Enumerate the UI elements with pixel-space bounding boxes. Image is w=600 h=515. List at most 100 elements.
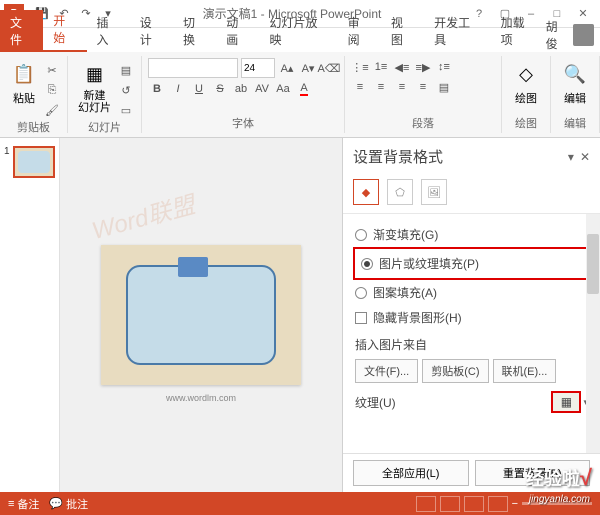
- insert-buttons: 文件(F)... 剪贴板(C) 联机(E)...: [353, 357, 590, 385]
- copy-icon[interactable]: ⎘: [43, 81, 61, 99]
- comments-button[interactable]: 💬 批注: [49, 496, 88, 512]
- align-center-icon[interactable]: ≡: [372, 78, 390, 96]
- reset-icon[interactable]: ↺: [117, 81, 135, 99]
- online-button[interactable]: 联机(E)...: [493, 359, 557, 383]
- align-right-icon[interactable]: ≡: [393, 78, 411, 96]
- sorter-view-icon[interactable]: [440, 496, 460, 512]
- group-font: A▴ A▾ A⌫ B I U S ab AV Aa A 字体: [142, 56, 345, 133]
- radio-icon: [355, 287, 367, 299]
- tab-home[interactable]: 开始: [43, 8, 86, 52]
- file-button[interactable]: 文件(F)...: [355, 359, 418, 383]
- case-icon[interactable]: Aa: [274, 80, 292, 98]
- scroll-thumb[interactable]: [587, 234, 599, 294]
- format-painter-icon[interactable]: 🖌: [43, 101, 61, 119]
- columns-icon[interactable]: ▤: [435, 78, 453, 96]
- notes-icon: ≡: [8, 498, 14, 510]
- normal-view-icon[interactable]: [416, 496, 436, 512]
- pane-close-icon[interactable]: ✕: [580, 150, 590, 164]
- shadow-icon[interactable]: ab: [232, 80, 250, 98]
- group-slides: ▦ 新建 幻灯片 ▤ ↺ ▭ 幻灯片: [68, 56, 142, 133]
- overlay-url: jingyanla.com: [529, 494, 590, 505]
- editing-button[interactable]: 🔍 编辑: [557, 58, 593, 108]
- notes-label: 备注: [17, 496, 39, 512]
- strike-icon[interactable]: S: [211, 80, 229, 98]
- paste-label: 粘贴: [13, 90, 35, 106]
- indent-inc-icon[interactable]: ≡▶: [414, 58, 432, 76]
- workspace: 1 Word联盟 www.wordlm.com 设置背景格式 ▾ ✕ ◆ ⬠ 🖼: [0, 138, 600, 492]
- grow-font-icon[interactable]: A▴: [278, 59, 296, 77]
- opt-hide-graphics[interactable]: 隐藏背景图形(H): [353, 305, 590, 330]
- paste-icon: 📋: [10, 60, 38, 88]
- picture-tab-icon[interactable]: 🖼: [421, 179, 447, 205]
- tab-design[interactable]: 设计: [130, 10, 173, 52]
- tab-slideshow[interactable]: 幻灯片放映: [260, 10, 338, 52]
- bullets-icon[interactable]: ⋮≡: [351, 58, 369, 76]
- fill-tab-icon[interactable]: ◆: [353, 179, 379, 205]
- zoom-out-icon[interactable]: −: [512, 498, 518, 510]
- opt-picture-label: 图片或纹理填充(P): [379, 255, 479, 272]
- drawing-button[interactable]: ◇ 绘图: [508, 58, 544, 108]
- avatar: [573, 24, 594, 46]
- rounded-rect-shape[interactable]: [126, 265, 276, 365]
- clear-format-icon[interactable]: A⌫: [320, 59, 338, 77]
- group-slides-label: 幻灯片: [74, 119, 135, 135]
- reading-view-icon[interactable]: [464, 496, 484, 512]
- apply-all-button[interactable]: 全部应用(L): [353, 460, 469, 486]
- status-bar: ≡ 备注 💬 批注 −: [0, 492, 600, 515]
- tab-animation[interactable]: 动画: [216, 10, 259, 52]
- indent-dec-icon[interactable]: ◀≡: [393, 58, 411, 76]
- highlight-box: 图片或纹理填充(P): [353, 247, 590, 280]
- shapes-icon: ◇: [512, 60, 540, 88]
- pane-title: 设置背景格式: [353, 146, 443, 167]
- tab-insert[interactable]: 插入: [87, 10, 130, 52]
- group-editing: 🔍 编辑 编辑: [551, 56, 600, 133]
- slideshow-view-icon[interactable]: [488, 496, 508, 512]
- editing-label: 编辑: [564, 90, 586, 106]
- font-name-input[interactable]: [148, 58, 238, 78]
- drawing-label: 绘图: [515, 90, 537, 106]
- checkbox-icon: [355, 312, 367, 324]
- texture-swatch[interactable]: ▦: [551, 391, 581, 413]
- opt-pattern[interactable]: 图案填充(A): [353, 280, 590, 305]
- align-left-icon[interactable]: ≡: [351, 78, 369, 96]
- tab-review[interactable]: 审阅: [338, 10, 381, 52]
- font-color-icon[interactable]: A: [295, 80, 313, 98]
- section-icon[interactable]: ▭: [117, 101, 135, 119]
- scrollbar[interactable]: [586, 214, 600, 453]
- shrink-font-icon[interactable]: A▾: [299, 59, 317, 77]
- clipboard-button[interactable]: 剪贴板(C): [422, 359, 488, 383]
- layout-icon[interactable]: ▤: [117, 61, 135, 79]
- opt-pattern-label: 图案填充(A): [373, 284, 437, 301]
- opt-picture-fill[interactable]: 图片或纹理填充(P): [359, 251, 584, 276]
- watermark: Word联盟: [87, 185, 198, 246]
- tab-addin[interactable]: 加载项: [491, 10, 546, 52]
- new-slide-button[interactable]: ▦ 新建 幻灯片: [74, 58, 115, 119]
- user-area[interactable]: 胡俊: [546, 18, 600, 52]
- underline-icon[interactable]: U: [190, 80, 208, 98]
- thumb-number: 1: [4, 146, 10, 178]
- paste-button[interactable]: 📋 粘贴: [6, 58, 42, 119]
- tab-dev[interactable]: 开发工具: [424, 10, 491, 52]
- opt-gradient[interactable]: 渐变填充(G): [353, 222, 590, 247]
- slide-canvas[interactable]: Word联盟 www.wordlm.com: [60, 138, 342, 492]
- slide-thumb-1[interactable]: 1: [4, 146, 55, 178]
- bold-icon[interactable]: B: [148, 80, 166, 98]
- cut-icon[interactable]: ✂: [43, 61, 61, 79]
- tab-view[interactable]: 视图: [381, 10, 424, 52]
- italic-icon[interactable]: I: [169, 80, 187, 98]
- line-spacing-icon[interactable]: ↕≡: [435, 58, 453, 76]
- texture-row: 纹理(U) ▦ ▾: [353, 385, 590, 419]
- spacing-icon[interactable]: AV: [253, 80, 271, 98]
- justify-icon[interactable]: ≡: [414, 78, 432, 96]
- tab-file[interactable]: 文件: [0, 10, 43, 52]
- tab-transition[interactable]: 切换: [173, 10, 216, 52]
- font-size-input[interactable]: [241, 58, 275, 78]
- effects-tab-icon[interactable]: ⬠: [387, 179, 413, 205]
- flag-shape: [178, 257, 208, 277]
- pane-dropdown-icon[interactable]: ▾: [568, 150, 574, 164]
- overlay-brand: 经验啦√: [526, 465, 592, 491]
- group-drawing: ◇ 绘图 绘图: [502, 56, 551, 133]
- notes-button[interactable]: ≡ 备注: [8, 496, 39, 512]
- numbering-icon[interactable]: 1≡: [372, 58, 390, 76]
- group-clipboard: 📋 粘贴 ✂ ⎘ 🖌 剪贴板: [0, 56, 68, 133]
